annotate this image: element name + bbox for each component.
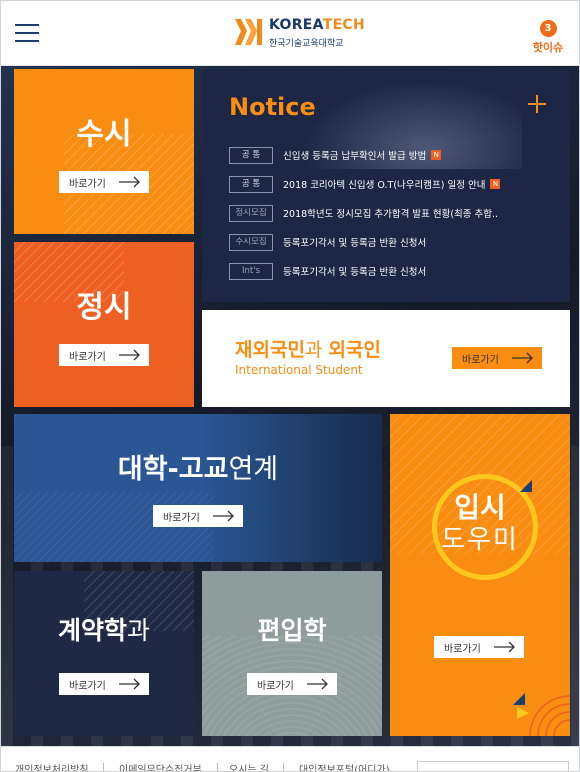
- transfer-title: 편입학: [257, 616, 327, 645]
- notice-category-badge: 수시모집: [229, 233, 273, 251]
- logo-english: KOREATECH: [269, 17, 366, 33]
- contract-go-label: 바로가기: [69, 680, 106, 692]
- arrow-right-icon: [512, 352, 533, 364]
- new-badge: N: [431, 150, 442, 160]
- helper-title-2: 도우미: [441, 525, 519, 555]
- arrow-right-icon: [213, 510, 234, 522]
- notice-item[interactable]: 공 통 신입생 등록금 납부확인서 발급 방법 N: [229, 146, 559, 164]
- tile-jungsi[interactable]: 정시 바로가기: [14, 242, 194, 407]
- arrow-right-icon: [119, 678, 140, 690]
- menu-icon[interactable]: [15, 22, 39, 44]
- tile-university-highschool[interactable]: 대학-고교연계 바로가기: [14, 414, 382, 562]
- tile-transfer-admission[interactable]: 편입학 바로가기: [202, 571, 382, 736]
- susi-go-button[interactable]: 바로가기: [59, 171, 149, 193]
- international-go-button[interactable]: 바로가기: [452, 347, 542, 369]
- tile-susi[interactable]: 수시 바로가기: [14, 69, 194, 234]
- contract-go-button[interactable]: 바로가기: [59, 673, 149, 695]
- notice-category-badge: 정시모집: [229, 204, 273, 222]
- logo-korean: 한국기술교육대학교: [269, 39, 344, 49]
- arrow-right-icon: [119, 176, 140, 188]
- notice-item[interactable]: 정시모집 2018학년도 정시모집 추가합격 발표 현황(최종 추합..: [229, 204, 559, 222]
- helper-go-button[interactable]: 바로가기: [434, 636, 524, 658]
- arrow-right-icon: [494, 641, 515, 653]
- international-subtitle: International Student: [235, 363, 363, 377]
- hot-issue-count-badge: 3: [539, 20, 557, 37]
- helper-go-label: 바로가기: [444, 643, 481, 655]
- main-grid: 수시 바로가기 정시 바로가기 Notice 공 통 신입생 등록금 납부확인서…: [1, 66, 579, 746]
- hot-issue-label: 핫이슈: [532, 41, 564, 54]
- tile-international-student[interactable]: 재외국민과 외국인 International Student 바로가기: [202, 310, 570, 407]
- arrow-right-icon: [307, 678, 328, 690]
- notice-category-badge: 공 통: [229, 175, 273, 193]
- susi-go-label: 바로가기: [69, 178, 106, 190]
- notice-item-title: 2018 코리아텍 신입생 O.T(나우리캠프) 일정 안내: [283, 180, 486, 191]
- triangle-yellow-icon: [517, 707, 529, 719]
- triangle-small-icon: [513, 693, 525, 705]
- notice-item[interactable]: Int's 등록포기각서 및 등록금 반환 신청서: [229, 262, 559, 280]
- tile-admission-helper[interactable]: 입시 도우미 바로가기: [390, 414, 570, 736]
- footer-link-privacy[interactable]: 개인정보처리방침: [15, 761, 89, 771]
- jungsi-go-label: 바로가기: [69, 351, 106, 363]
- notice-item-title: 신입생 등록금 납부확인서 발급 방법: [283, 151, 427, 162]
- notice-more-plus-icon[interactable]: [526, 93, 548, 115]
- university-go-button[interactable]: 바로가기: [153, 505, 243, 527]
- international-title: 재외국민과 외국인: [235, 339, 381, 361]
- family-site-select[interactable]: [417, 761, 569, 771]
- transfer-go-label: 바로가기: [257, 680, 294, 692]
- hot-issue-button[interactable]: 3 핫이슈: [527, 16, 569, 55]
- transfer-go-button[interactable]: 바로가기: [247, 673, 337, 695]
- contract-title: 계약학과: [57, 616, 151, 645]
- new-badge: N: [490, 179, 501, 189]
- tile-jungsi-title: 정시: [76, 290, 132, 325]
- university-go-label: 바로가기: [163, 512, 200, 524]
- notice-item[interactable]: 공 통 2018 코리아텍 신입생 O.T(나우리캠프) 일정 안내 N: [229, 175, 559, 193]
- app-frame: KOREATECH 한국기술교육대학교 3 핫이슈 수시 바로가기 정시 바로가…: [0, 0, 580, 772]
- footer-link-admission-portal[interactable]: 대입정보포털(어디가): [299, 761, 390, 771]
- university-title: 대학-고교연계: [117, 454, 279, 485]
- tile-contract-department[interactable]: 계약학과 바로가기: [14, 571, 194, 736]
- site-footer: 개인정보처리방침 이메일무단수집거부 오시는 길 대입정보포털(어디가): [1, 746, 579, 771]
- notice-category-badge: Int's: [229, 262, 273, 280]
- international-go-label: 바로가기: [462, 354, 499, 366]
- arrow-right-icon: [119, 349, 140, 361]
- notice-title: Notice: [229, 93, 316, 121]
- notice-item[interactable]: 수시모집 등록포기각서 및 등록금 반환 신청서: [229, 233, 559, 251]
- notice-panel: Notice 공 통 신입생 등록금 납부확인서 발급 방법 N 공 통 201…: [202, 69, 570, 302]
- jungsi-go-button[interactable]: 바로가기: [59, 344, 149, 366]
- notice-category-badge: 공 통: [229, 146, 273, 164]
- site-logo[interactable]: KOREATECH 한국기술교육대학교: [233, 15, 365, 51]
- footer-link-directions[interactable]: 오시는 길: [229, 761, 269, 771]
- notice-item-title: 2018학년도 정시모집 추가합격 발표 현황(최종 추합..: [283, 209, 499, 220]
- site-header: KOREATECH 한국기술교육대학교 3 핫이슈: [1, 1, 579, 66]
- notice-item-title: 등록포기각서 및 등록금 반환 신청서: [283, 238, 427, 249]
- notice-item-title: 등록포기각서 및 등록금 반환 신청서: [283, 267, 427, 278]
- logo-mark-icon: [235, 19, 262, 45]
- footer-link-email-refusal[interactable]: 이메일무단수집거부: [119, 761, 202, 771]
- tile-susi-title: 수시: [76, 117, 132, 152]
